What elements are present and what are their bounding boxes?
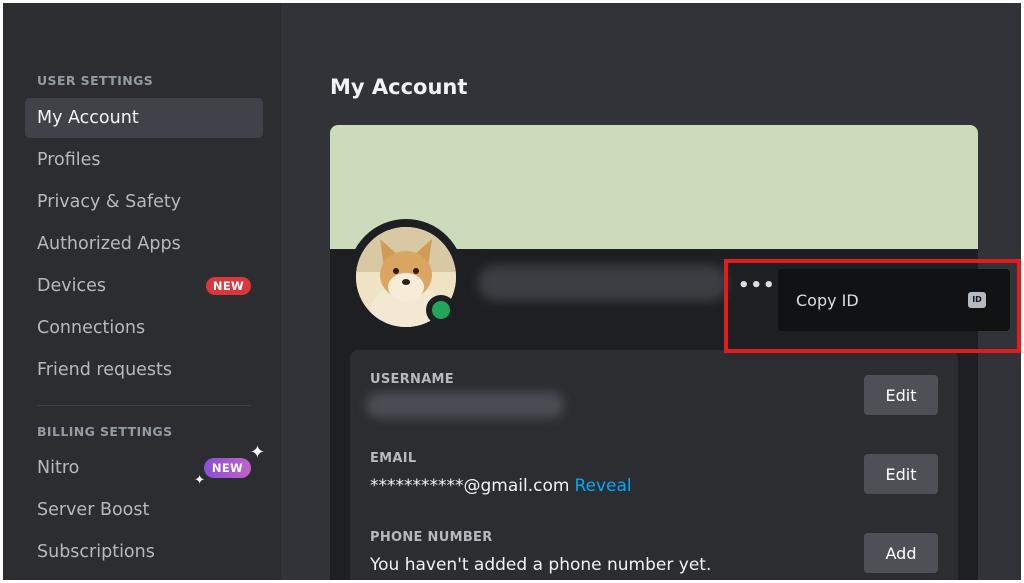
sidebar-item-label: Privacy & Safety (37, 192, 182, 212)
display-name-blurred (478, 265, 728, 301)
user-settings-header: USER SETTINGS (37, 73, 154, 88)
sidebar-item-nitro[interactable]: Nitro NEW ✦ ✦ (25, 444, 265, 488)
sidebar-divider (37, 405, 251, 406)
sidebar-item-privacy-safety[interactable]: Privacy & Safety (25, 182, 263, 222)
phone-number-label: PHONE NUMBER (370, 530, 493, 545)
sidebar-item-label: My Account (37, 108, 139, 128)
email-value-row: ***********@gmail.com Reveal (370, 476, 632, 496)
more-options-icon[interactable]: ••• (738, 275, 776, 296)
add-phone-button[interactable]: Add (864, 533, 938, 573)
profile-card: ••• USERNAME Edit EMAIL ***********@gmai… (330, 125, 978, 580)
sidebar-item-label: Server Boost (37, 500, 150, 520)
new-badge: NEW (205, 277, 251, 295)
phone-number-value: You haven't added a phone number yet. (370, 555, 712, 575)
billing-settings-header: BILLING SETTINGS (37, 424, 173, 439)
email-label: EMAIL (370, 451, 417, 466)
edit-username-button[interactable]: Edit (864, 375, 938, 415)
copy-id-menu-item[interactable]: Copy ID ID (784, 275, 1006, 325)
sidebar-item-server-boost[interactable]: Server Boost (25, 490, 263, 530)
context-menu: Copy ID ID (778, 269, 1010, 331)
sidebar-item-friend-requests[interactable]: Friend requests (25, 350, 263, 390)
sidebar-item-label: Connections (37, 318, 146, 338)
sidebar-item-label: Subscriptions (37, 542, 155, 562)
username-value-blurred (366, 392, 564, 418)
online-status-icon (426, 295, 456, 325)
sidebar-item-devices[interactable]: Devices NEW (25, 266, 263, 306)
edit-email-button[interactable]: Edit (864, 454, 938, 494)
avatar-container (348, 219, 464, 335)
reveal-email-link[interactable]: Reveal (574, 476, 631, 496)
sidebar-item-subscriptions[interactable]: Subscriptions (25, 532, 263, 572)
settings-sidebar: USER SETTINGS My Account Profiles Privac… (3, 3, 281, 580)
sidebar-item-label: Friend requests (37, 360, 173, 380)
sidebar-item-connections[interactable]: Connections (25, 308, 263, 348)
sparkle-icon: ✦ (249, 442, 265, 463)
page-title: My Account (330, 75, 468, 99)
sidebar-item-profiles[interactable]: Profiles (25, 140, 263, 180)
settings-window: USER SETTINGS My Account Profiles Privac… (3, 3, 1021, 580)
sidebar-item-authorized-apps[interactable]: Authorized Apps (25, 224, 263, 264)
sidebar-item-label: Authorized Apps (37, 234, 181, 254)
sidebar-item-my-account[interactable]: My Account (25, 98, 263, 138)
sparkle-icon: ✦ (194, 473, 205, 488)
id-icon: ID (968, 292, 986, 308)
username-label: USERNAME (370, 372, 454, 387)
nitro-new-badge: NEW (203, 458, 251, 478)
account-info-panel: USERNAME Edit EMAIL ***********@gmail.co… (350, 350, 958, 580)
sidebar-item-label: Profiles (37, 150, 101, 170)
copy-id-label: Copy ID (796, 290, 859, 310)
email-value: ***********@gmail.com (370, 476, 570, 496)
